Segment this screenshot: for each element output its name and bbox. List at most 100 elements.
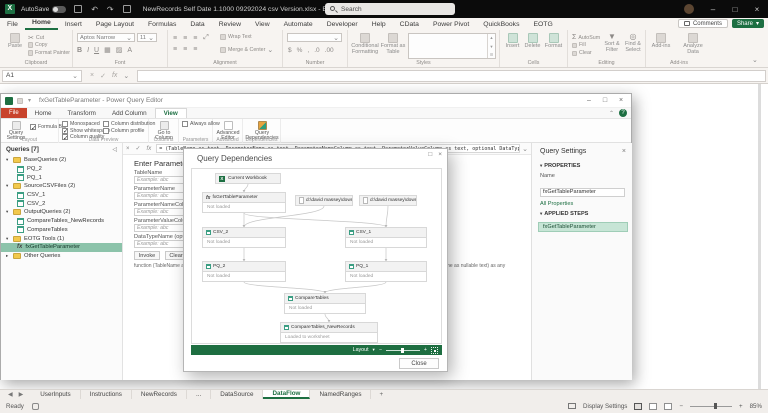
query-tree-item-sourcecsvfiles-2[interactable]: ▾SourceCSVFiles (2) bbox=[1, 182, 122, 191]
sheet-tab-newrecords[interactable]: NewRecords bbox=[132, 390, 187, 399]
sheet-tab-instructions[interactable]: Instructions bbox=[81, 390, 132, 399]
user-avatar[interactable] bbox=[684, 4, 694, 14]
clear-button[interactable]: Clear bbox=[572, 50, 592, 56]
query-tree-item-basequeries-2[interactable]: ▾BaseQueries (2) bbox=[1, 156, 122, 165]
minimize-button[interactable]: – bbox=[702, 0, 724, 18]
copy-button[interactable]: Copy bbox=[28, 42, 47, 48]
comments-button[interactable]: Comments bbox=[678, 19, 728, 28]
field-input-parametername[interactable] bbox=[134, 192, 190, 200]
graph-node-csv-1[interactable]: CSV_1Not loaded bbox=[345, 227, 427, 248]
field-input-tablename[interactable] bbox=[134, 176, 190, 184]
align-left-icon[interactable]: ≡ bbox=[173, 46, 177, 53]
font-size-select[interactable]: 11⌄ bbox=[137, 33, 157, 42]
sort-filter-button[interactable]: ▼Sort & Filter bbox=[602, 33, 622, 54]
all-properties-link[interactable]: All Properties bbox=[532, 198, 632, 207]
pq-qat-icon[interactable] bbox=[17, 98, 23, 104]
pq-cancel-icon[interactable]: × bbox=[126, 146, 130, 152]
ribbon-tab-cdata[interactable]: CData bbox=[393, 19, 426, 30]
ribbon-tab-review[interactable]: Review bbox=[212, 19, 248, 30]
autosave-toggle[interactable]: AutoSave bbox=[21, 6, 66, 13]
font-color-button[interactable]: A bbox=[127, 47, 132, 54]
collapse-pane-icon[interactable]: ◁ bbox=[112, 146, 117, 153]
ribbon-tab-file[interactable]: File bbox=[0, 19, 25, 30]
pq-tab-view[interactable]: View bbox=[155, 108, 187, 118]
query-settings-close-icon[interactable]: × bbox=[622, 148, 626, 155]
underline-button[interactable]: U bbox=[94, 47, 99, 54]
font-name-select[interactable]: Aptos Narrow⌄ bbox=[77, 33, 135, 42]
formula-input[interactable] bbox=[137, 70, 766, 82]
query-tree-item-pq-1[interactable]: PQ_1 bbox=[1, 173, 122, 182]
ribbon-tab-help[interactable]: Help bbox=[365, 19, 393, 30]
align-right-icon[interactable]: ≡ bbox=[193, 46, 197, 53]
zoom-out-button[interactable]: − bbox=[679, 403, 683, 410]
zoom-in-icon[interactable]: + bbox=[424, 347, 427, 353]
format-as-table-button[interactable]: Format as Table bbox=[380, 33, 406, 56]
pq-qat-chevron-icon[interactable]: ▾ bbox=[28, 97, 31, 104]
merge-center-button[interactable]: Merge & Center⌄ bbox=[220, 46, 273, 54]
query-name-input[interactable] bbox=[540, 188, 625, 197]
zoom-slider-knob[interactable] bbox=[714, 403, 717, 409]
search-input[interactable]: Search bbox=[325, 3, 455, 15]
sheet-tab-dataflow[interactable]: DataFlow bbox=[263, 390, 310, 399]
field-input-parameternamecolumn[interactable] bbox=[134, 208, 190, 216]
applied-step-item[interactable]: fxGetTableParameter bbox=[538, 222, 628, 232]
accounting-format-icon[interactable]: $ bbox=[288, 47, 292, 54]
display-settings-button[interactable]: Display Settings bbox=[583, 403, 627, 410]
ribbon-tab-power-pivot[interactable]: Power Pivot bbox=[426, 19, 476, 30]
addins-button[interactable]: Add-ins bbox=[648, 33, 674, 50]
autosave-toggle-icon[interactable] bbox=[52, 6, 66, 13]
ribbon-tab-eotg[interactable]: EOTG bbox=[526, 19, 559, 30]
sheet-nav-right-icon[interactable]: ▶ bbox=[19, 391, 24, 398]
column-profile-checkbox[interactable]: Column profile bbox=[103, 128, 144, 134]
graph-node-comparetables-newrecords[interactable]: CompareTables_NewRecordsLoaded to worksh… bbox=[280, 322, 378, 343]
new-sheet-button[interactable]: + bbox=[371, 390, 391, 399]
cancel-entry-icon[interactable]: × bbox=[90, 72, 94, 79]
page-layout-view-icon[interactable] bbox=[649, 403, 657, 410]
query-tree-item-outputqueries-2[interactable]: ▾OutputQueries (2) bbox=[1, 208, 122, 217]
delete-cells-button[interactable]: Delete bbox=[523, 33, 542, 50]
dependency-graph-canvas[interactable]: Current WorkbookfxfxGetTableParameterNot… bbox=[191, 168, 442, 344]
align-top-icon[interactable]: ≡ bbox=[173, 35, 177, 42]
percent-style-icon[interactable]: % bbox=[297, 47, 303, 54]
fill-color-button[interactable]: ▨ bbox=[116, 46, 123, 54]
align-center-icon[interactable]: ≡ bbox=[183, 46, 187, 53]
formula-bar-expand-icon[interactable]: ⌄ bbox=[123, 72, 129, 80]
graph-node-current-workbook[interactable]: Current Workbook bbox=[215, 173, 281, 184]
page-break-view-icon[interactable] bbox=[664, 403, 672, 410]
cut-button[interactable]: ✂Cut bbox=[28, 34, 44, 42]
pq-maximize-button[interactable]: □ bbox=[597, 94, 613, 107]
layout-chevron-icon[interactable]: ▾ bbox=[373, 347, 375, 353]
confirm-entry-icon[interactable]: ✓ bbox=[100, 72, 106, 80]
field-input-datatypename-optional[interactable] bbox=[134, 240, 190, 248]
accessibility-icon[interactable] bbox=[32, 403, 39, 410]
ribbon-tab-page-layout[interactable]: Page Layout bbox=[89, 19, 141, 30]
graph-node-pq-1[interactable]: PQ_1Not loaded bbox=[345, 261, 427, 282]
query-tree-item-comparetables-newrecords[interactable]: CompareTables_NewRecords bbox=[1, 217, 122, 226]
sheet-nav-left-icon[interactable]: ◀ bbox=[8, 391, 13, 398]
insert-function-icon[interactable]: fx bbox=[112, 72, 117, 79]
graph-node-csv-2[interactable]: CSV_2Not loaded bbox=[202, 227, 286, 248]
align-middle-icon[interactable]: ≡ bbox=[183, 35, 187, 42]
graph-node-d-david-massey-downlo[interactable]: d:\david massey\downlo... bbox=[359, 195, 417, 206]
paste-button[interactable]: Paste bbox=[5, 33, 25, 50]
orientation-icon[interactable]: ⤢ bbox=[203, 34, 209, 42]
ribbon-tab-formulas[interactable]: Formulas bbox=[141, 19, 183, 30]
zoom-slider-knob[interactable] bbox=[401, 348, 404, 353]
pq-formula-expand-icon[interactable]: ⌄ bbox=[522, 145, 528, 153]
bold-button[interactable]: B bbox=[77, 47, 82, 54]
zoom-slider[interactable] bbox=[386, 350, 420, 351]
query-tree-item-csv-2[interactable]: CSV_2 bbox=[1, 199, 122, 208]
maximize-button[interactable]: □ bbox=[724, 0, 746, 18]
redo-icon[interactable]: ↷ bbox=[107, 5, 114, 14]
sheet-tab-datasource[interactable]: DataSource bbox=[211, 390, 263, 399]
share-button[interactable]: Share ▾ bbox=[732, 19, 764, 28]
invoke-button[interactable]: Invoke bbox=[134, 251, 160, 260]
format-painter-button[interactable]: Format Painter bbox=[28, 50, 70, 56]
pq-minimize-button[interactable]: – bbox=[581, 94, 597, 107]
normal-view-icon[interactable] bbox=[634, 403, 642, 410]
pq-tab-home[interactable]: Home bbox=[27, 108, 60, 118]
expand-icon[interactable]: ▾ bbox=[6, 157, 11, 163]
expand-icon[interactable]: ▾ bbox=[6, 183, 11, 189]
save-icon[interactable] bbox=[74, 5, 82, 13]
name-box[interactable]: A1⌄ bbox=[2, 70, 82, 82]
